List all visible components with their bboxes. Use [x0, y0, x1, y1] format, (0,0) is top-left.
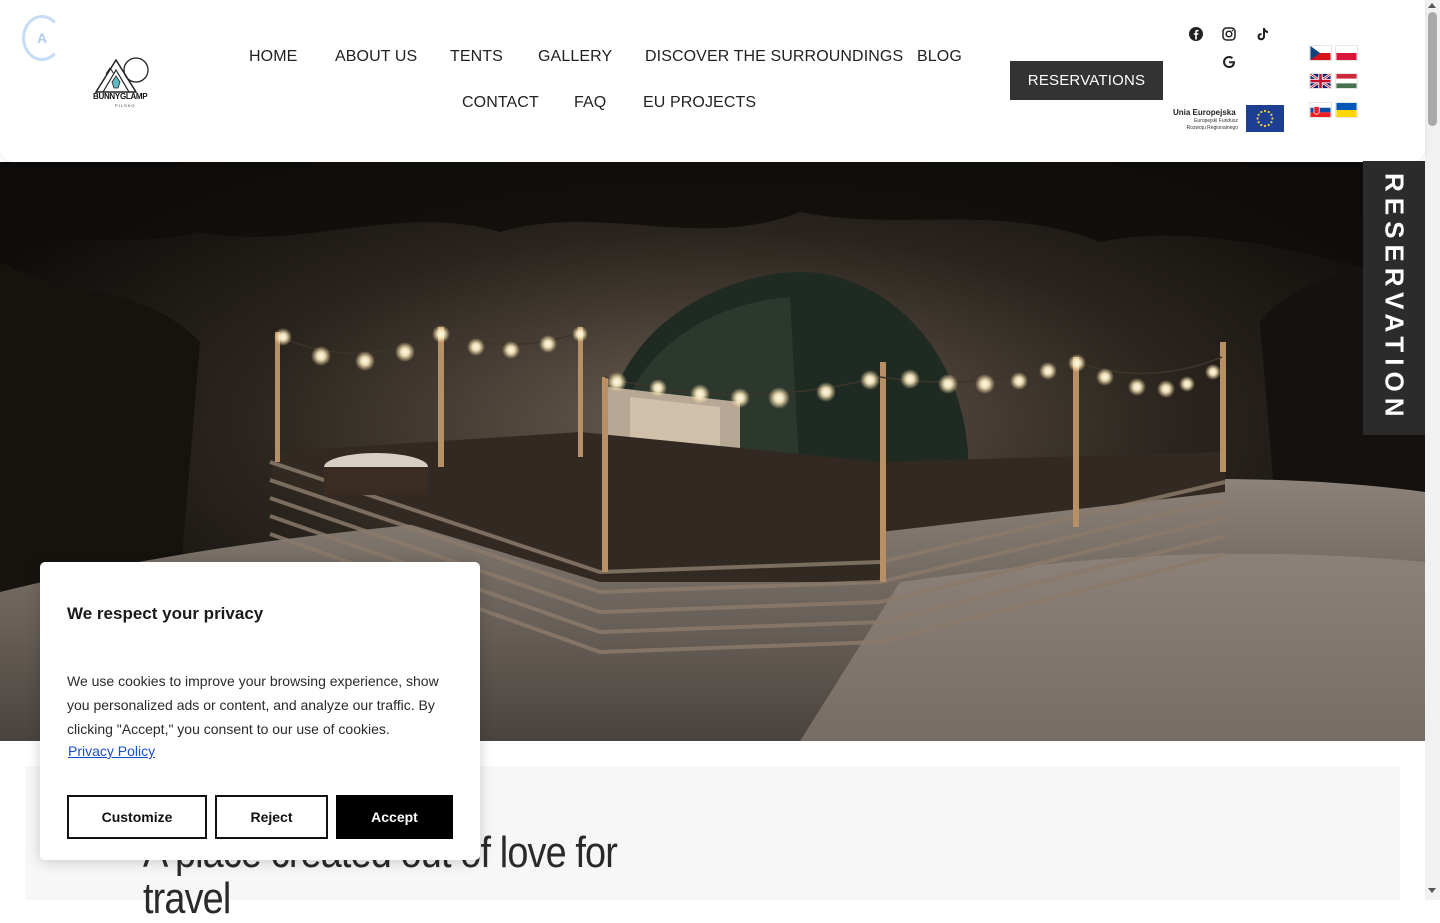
- nav-home[interactable]: HOME: [249, 48, 297, 66]
- privacy-policy-link[interactable]: Privacy Policy: [68, 743, 155, 759]
- flag-pl-icon[interactable]: [1335, 45, 1358, 61]
- flag-sk-icon[interactable]: [1309, 102, 1332, 118]
- cookie-body: We use cookies to improve your browsing …: [67, 673, 439, 737]
- flag-hu-icon[interactable]: [1335, 73, 1358, 89]
- flag-gb-icon[interactable]: [1309, 73, 1332, 89]
- flag-ua-icon[interactable]: [1335, 102, 1358, 118]
- page-scrollbar[interactable]: [1425, 0, 1440, 900]
- scroll-up-arrow-icon[interactable]: [1428, 3, 1436, 8]
- google-icon[interactable]: [1221, 54, 1237, 70]
- side-reservation-label: RESERVATION: [1379, 173, 1410, 423]
- main-nav: HOME ABOUT US TENTS GALLERY DISCOVER THE…: [0, 0, 1000, 160]
- nav-gallery[interactable]: GALLERY: [538, 48, 612, 66]
- nav-contact[interactable]: CONTACT: [462, 94, 539, 112]
- side-reservation-tab[interactable]: RESERVATION: [1363, 161, 1425, 435]
- customize-button[interactable]: Customize: [67, 795, 207, 839]
- cookie-consent-dialog: We respect your privacy We use cookies t…: [40, 562, 480, 860]
- tiktok-icon[interactable]: [1254, 26, 1270, 42]
- scroll-down-arrow-icon[interactable]: [1428, 888, 1436, 893]
- nav-tents[interactable]: TENTS: [450, 48, 503, 66]
- eu-flag-icon: [1246, 105, 1284, 132]
- nav-about-us[interactable]: ABOUT US: [335, 48, 417, 66]
- reject-button[interactable]: Reject: [215, 795, 328, 839]
- flag-cz-icon[interactable]: [1309, 45, 1332, 61]
- accept-button[interactable]: Accept: [336, 795, 453, 839]
- nav-blog[interactable]: BLOG: [917, 48, 962, 66]
- nav-discover[interactable]: DISCOVER THE SURROUNDINGS: [645, 48, 903, 66]
- eu-title: Unia Europejska: [1173, 108, 1236, 117]
- nav-eu-projects[interactable]: EU PROJECTS: [643, 94, 756, 112]
- site-header: A BUNNYGLAMP PILSKO HOME ABOUT US TENTS …: [0, 0, 1425, 162]
- instagram-icon[interactable]: [1221, 26, 1237, 42]
- eu-subtitle: Europejski Fundusz Rozwoju Regionalnego: [1186, 118, 1238, 131]
- facebook-icon[interactable]: [1188, 26, 1204, 42]
- cookie-title: We respect your privacy: [67, 604, 264, 623]
- reservations-button[interactable]: RESERVATIONS: [1010, 61, 1163, 100]
- nav-faq[interactable]: FAQ: [574, 94, 606, 112]
- scroll-thumb[interactable]: [1428, 12, 1437, 126]
